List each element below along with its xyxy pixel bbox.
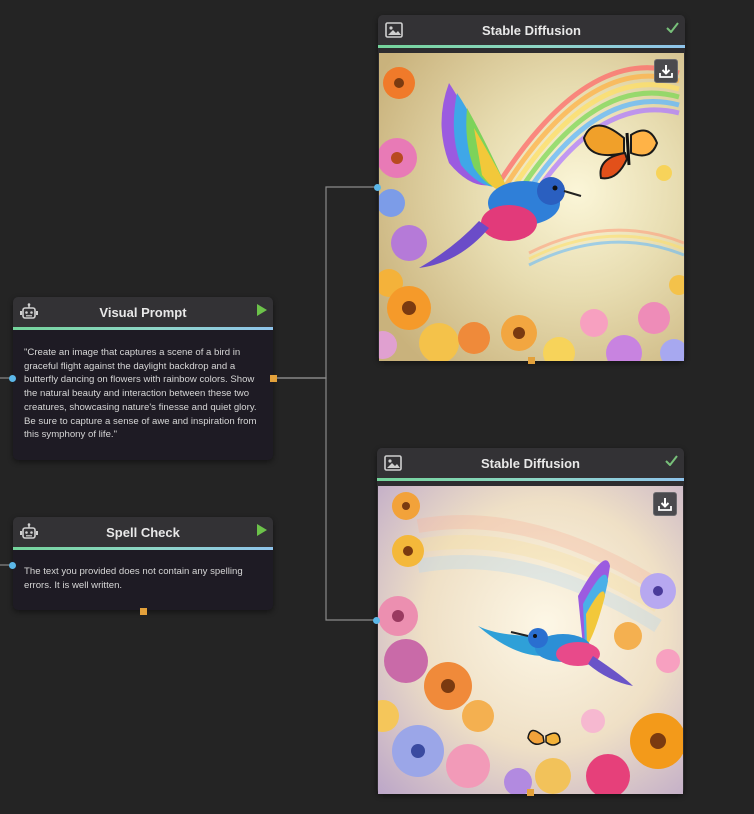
stable-diffusion-1-output-port[interactable]	[528, 357, 535, 364]
visual-prompt-node[interactable]: Visual Prompt "Create an image that capt…	[13, 297, 273, 460]
spell-check-input-port[interactable]	[9, 562, 16, 569]
wire-to-stable-diffusion-1	[274, 186, 378, 379]
visual-prompt-input-port[interactable]	[9, 375, 16, 382]
visual-prompt-output-port[interactable]	[270, 375, 277, 382]
stable-diffusion-node-2[interactable]: Stable Diffusion	[377, 448, 684, 794]
stable-diffusion-2-output-port[interactable]	[527, 789, 534, 796]
spell-check-output-port[interactable]	[140, 608, 147, 615]
stable-diffusion-1-accent-bar	[378, 45, 685, 48]
stable-diffusion-1-input-port[interactable]	[374, 184, 381, 191]
generated-image-2[interactable]	[378, 486, 683, 794]
checkmark-icon	[665, 455, 678, 466]
play-icon[interactable]	[256, 524, 267, 536]
robot-icon	[20, 523, 38, 539]
generated-image-1[interactable]	[379, 53, 684, 361]
spell-check-node[interactable]: Spell Check The text you provided does n…	[13, 517, 273, 610]
wire-to-stable-diffusion-2	[274, 377, 378, 621]
download-button-2[interactable]	[653, 492, 677, 516]
stable-diffusion-2-accent-bar	[377, 478, 684, 481]
visual-prompt-title: Visual Prompt	[99, 304, 187, 320]
image-icon	[384, 455, 402, 471]
checkmark-icon	[666, 22, 679, 33]
image-icon	[385, 22, 403, 38]
stable-diffusion-1-title: Stable Diffusion	[482, 22, 581, 38]
download-icon	[659, 65, 673, 78]
hummingbird-butterfly-painting	[379, 53, 684, 361]
download-icon	[658, 498, 672, 511]
stable-diffusion-2-header[interactable]: Stable Diffusion	[377, 448, 684, 478]
download-button-1[interactable]	[654, 59, 678, 83]
visual-prompt-header[interactable]: Visual Prompt	[13, 297, 273, 327]
visual-prompt-text: "Create an image that captures a scene o…	[24, 347, 257, 441]
stable-diffusion-1-header[interactable]: Stable Diffusion	[378, 15, 685, 45]
robot-icon	[20, 303, 38, 319]
spell-check-header[interactable]: Spell Check	[13, 517, 273, 547]
spell-check-text: The text you provided does not contain a…	[24, 566, 243, 591]
stable-diffusion-node-1[interactable]: Stable Diffusion	[378, 15, 685, 361]
hummingbird-wildflowers-painting	[378, 486, 683, 794]
play-icon[interactable]	[256, 304, 267, 316]
stable-diffusion-2-input-port[interactable]	[373, 617, 380, 624]
stable-diffusion-2-title: Stable Diffusion	[481, 455, 580, 471]
spell-check-title: Spell Check	[106, 524, 180, 540]
